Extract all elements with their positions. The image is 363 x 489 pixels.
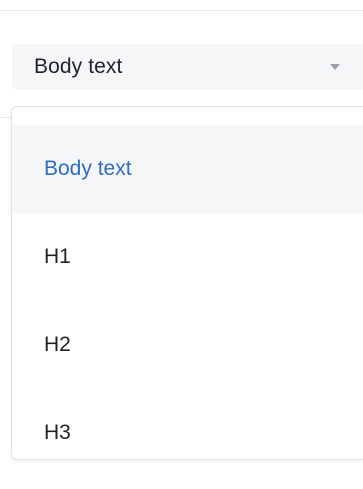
dropdown-option-body-text[interactable]: Body text <box>12 125 363 213</box>
text-format-select[interactable]: Body text <box>12 44 363 90</box>
text-format-dropdown-menu: Body text H1 H2 H3 <box>11 106 363 460</box>
dropdown-option-list: Body text H1 H2 H3 <box>12 125 363 477</box>
dropdown-option-h2[interactable]: H2 <box>12 301 363 389</box>
dropdown-option-h1[interactable]: H1 <box>12 213 363 301</box>
text-format-panel: Body text Body text H1 H2 H3 <box>0 0 363 489</box>
text-format-select-value: Body text <box>34 55 123 78</box>
chevron-down-icon[interactable] <box>330 64 340 70</box>
dropdown-option-h3[interactable]: H3 <box>12 389 363 477</box>
divider <box>0 10 363 11</box>
